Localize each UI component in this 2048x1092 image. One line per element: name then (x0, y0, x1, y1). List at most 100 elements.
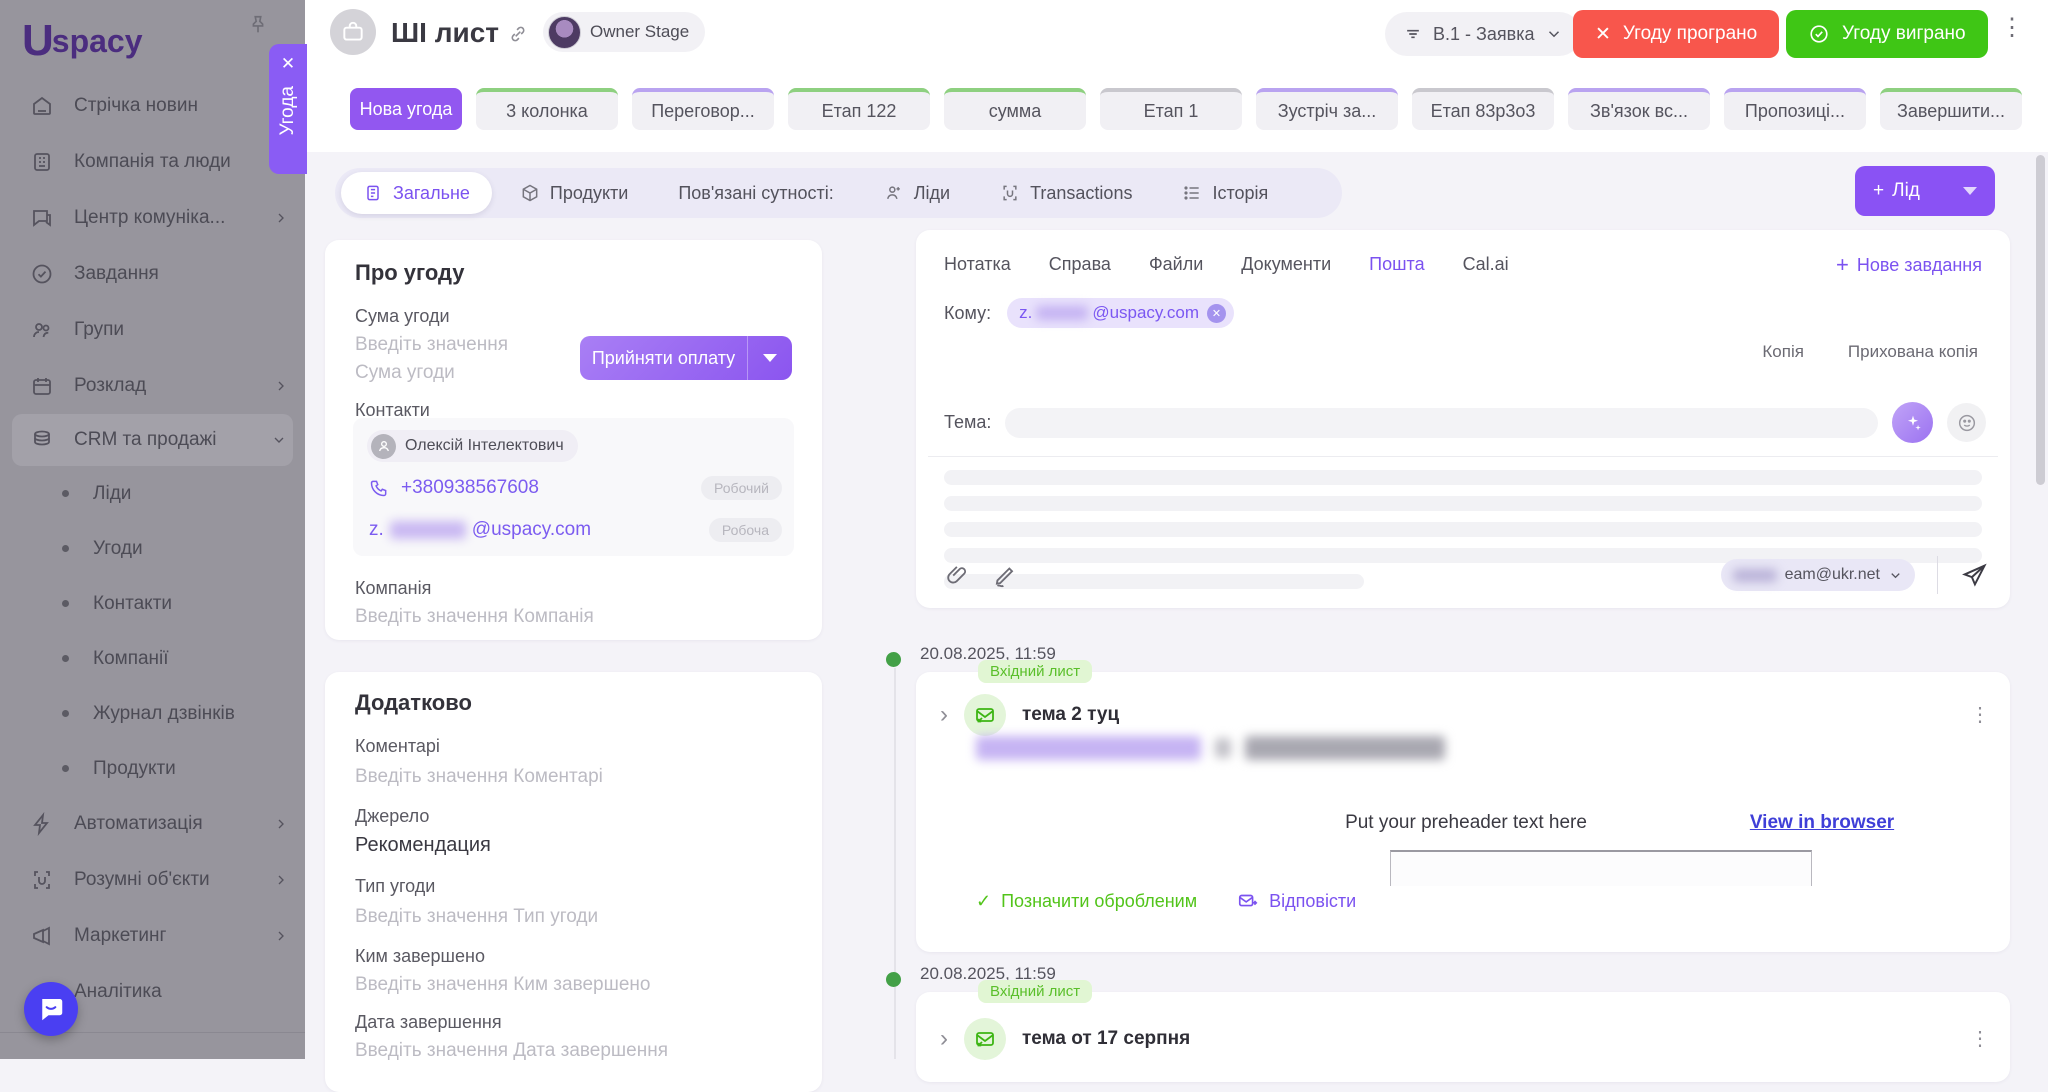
sidebar-subitem-call-log[interactable]: Журнал дзвінків (0, 686, 305, 741)
contact-phone[interactable]: +380938567608 (401, 477, 539, 499)
sidebar-item-schedule[interactable]: Розклад (0, 358, 305, 414)
tab-documents[interactable]: Документи (1241, 254, 1331, 275)
sidebar-subitem-products[interactable]: Продукти (0, 741, 305, 796)
about-deal-card: Про угоду Сума угоди Введіть значення Су… (325, 240, 822, 640)
incoming-envelope-icon (964, 1018, 1006, 1060)
accept-payment-button[interactable]: Прийняти оплату (580, 336, 792, 380)
contact-email[interactable]: z. (369, 519, 384, 541)
tab-related-entities[interactable]: Пов'язані сутності: (656, 172, 855, 214)
email-card: Вхідний лист › тема 2 туц ⋮ Put your pre… (916, 660, 2010, 952)
emoji-button[interactable] (1947, 403, 1986, 442)
to-field[interactable]: Кому: z. @uspacy.com ✕ (944, 298, 1235, 328)
plus-icon: + (1873, 180, 1885, 201)
stage-pill[interactable]: Завершити... (1880, 88, 2022, 130)
recipient-chip[interactable]: z. @uspacy.com ✕ (1007, 298, 1235, 328)
more-actions-menu[interactable]: ⋮ (2000, 16, 2024, 40)
sidebar-item-smart-objects[interactable]: Розумні об'єкти (0, 852, 305, 908)
tab-note[interactable]: Нотатка (944, 254, 1011, 275)
sidebar-item-communication-center[interactable]: Центр комуніка... (0, 190, 305, 246)
attach-file-icon[interactable] (944, 562, 970, 588)
chevron-right-icon (273, 872, 289, 888)
expand-chevron-icon[interactable]: › (940, 1025, 948, 1053)
close-icon[interactable]: ✕ (281, 54, 295, 74)
signature-icon[interactable] (992, 562, 1018, 588)
subject-input[interactable] (1005, 407, 1878, 438)
sidebar-item-automation[interactable]: Автоматизація (0, 796, 305, 852)
deal-won-button[interactable]: Угоду виграно (1786, 10, 1988, 58)
sidebar-item-marketing[interactable]: Маркетинг (0, 908, 305, 964)
tab-files[interactable]: Файли (1149, 254, 1203, 275)
stage-pill[interactable]: Етап 83р3о3 (1412, 88, 1554, 130)
owner-stage-chip[interactable]: Owner Stage (543, 12, 706, 52)
email-more-menu[interactable]: ⋮ (1970, 705, 1990, 725)
stage-pill[interactable]: Переговор... (632, 88, 774, 130)
new-task-button[interactable]: + Нове завдання (1836, 252, 1982, 278)
tab-activity[interactable]: Справа (1049, 254, 1111, 275)
tab-leads[interactable]: Ліди (862, 172, 972, 214)
timeline-dot (886, 972, 901, 987)
payment-dropdown[interactable] (747, 336, 792, 380)
sidebar-item-groups[interactable]: Групи (0, 302, 305, 358)
comments-placeholder[interactable]: Введіть значення Коментарі (355, 766, 603, 788)
stage-pill[interactable]: 3 колонка (476, 88, 618, 130)
stage-pill[interactable]: Зв'язок вс... (1568, 88, 1710, 130)
box-icon (520, 183, 540, 203)
stage-pill-active[interactable]: Нова угода (350, 88, 462, 130)
closed-by-placeholder[interactable]: Введіть значення Ким завершено (355, 974, 650, 996)
expand-chevron-icon[interactable]: › (940, 701, 948, 729)
sidebar-item-tasks[interactable]: Завдання (0, 246, 305, 302)
stage-pill[interactable]: Зустріч за... (1256, 88, 1398, 130)
sidebar-subitem-companies[interactable]: Компанії (0, 631, 305, 686)
email-subject[interactable]: тема от 17 серпня (1022, 1028, 1190, 1050)
email-more-menu[interactable]: ⋮ (1970, 1029, 1990, 1049)
contact-email-domain[interactable]: @uspacy.com (472, 519, 591, 541)
amount-placeholder[interactable]: Сума угоди (355, 362, 455, 384)
stage-pill[interactable]: сумма (944, 88, 1086, 130)
sidebar-subitem-contacts[interactable]: Контакти (0, 576, 305, 631)
stage-pill[interactable]: Пропозиці... (1724, 88, 1866, 130)
comments-label: Коментарі (355, 736, 440, 756)
support-chat-button[interactable] (24, 982, 78, 1036)
add-lead-button[interactable]: + Лід (1855, 166, 1995, 216)
bcc-button[interactable]: Прихована копія (1848, 342, 1978, 362)
sender-account-select[interactable]: eam@ukr.net (1720, 559, 1915, 591)
pin-icon[interactable] (247, 14, 269, 36)
copy-link-icon[interactable] (507, 23, 529, 45)
mark-processed-button[interactable]: ✓ Позначити обробленим (976, 891, 1197, 912)
tab-mail[interactable]: Пошта (1369, 254, 1424, 275)
tab-products[interactable]: Продукти (498, 172, 650, 214)
sidebar-item-newsfeed[interactable]: Стрічка новин (0, 78, 305, 134)
deal-lost-button[interactable]: ✕ Угоду програно (1573, 10, 1780, 58)
source-value[interactable]: Рекомендация (355, 834, 491, 857)
reply-button[interactable]: Відповісти (1237, 890, 1356, 912)
view-in-browser-link[interactable]: View in browser (1652, 812, 1992, 834)
company-placeholder[interactable]: Введіть значення Компанія (355, 606, 594, 628)
send-icon[interactable] (1960, 561, 1988, 589)
stage-pill[interactable]: Етап 1 (1100, 88, 1242, 130)
contact-phone-row: +380938567608 Робочий (369, 476, 782, 500)
chevron-down-icon[interactable] (1963, 187, 1977, 195)
sidebar-subitem-deals[interactable]: Угоди (0, 521, 305, 576)
deal-panel-tab[interactable]: ✕ Угода (269, 44, 307, 174)
tab-history[interactable]: Історія (1160, 172, 1290, 214)
tab-calai[interactable]: Cal.ai (1463, 254, 1509, 275)
tab-general[interactable]: Загальне (341, 172, 492, 214)
scrollbar[interactable] (2036, 155, 2045, 485)
cc-button[interactable]: Копія (1762, 342, 1804, 362)
subject-row: Тема: (944, 402, 1986, 443)
sidebar-item-company-people[interactable]: Компанія та люди (0, 134, 305, 190)
sidebar-subitem-leads[interactable]: Ліди (0, 466, 305, 521)
bullet-icon (62, 490, 69, 497)
remove-recipient-icon[interactable]: ✕ (1207, 303, 1227, 323)
contact-chip[interactable]: Олексій Інтелектович (367, 430, 578, 462)
deal-type-placeholder[interactable]: Введіть значення Тип угоди (355, 906, 598, 928)
email-subject[interactable]: тема 2 туц (1022, 704, 1119, 726)
company-icon (30, 150, 54, 174)
ai-assistant-button[interactable] (1892, 402, 1933, 443)
sidebar-item-crm[interactable]: CRM та продажі (12, 414, 293, 466)
amount-placeholder[interactable]: Введіть значення (355, 334, 508, 356)
pipeline-select[interactable]: B.1 - Заявка (1385, 12, 1581, 56)
stage-pill[interactable]: Етап 122 (788, 88, 930, 130)
tab-transactions[interactable]: Transactions (978, 172, 1154, 214)
uspacy-logo[interactable]: U spacy (22, 16, 143, 66)
